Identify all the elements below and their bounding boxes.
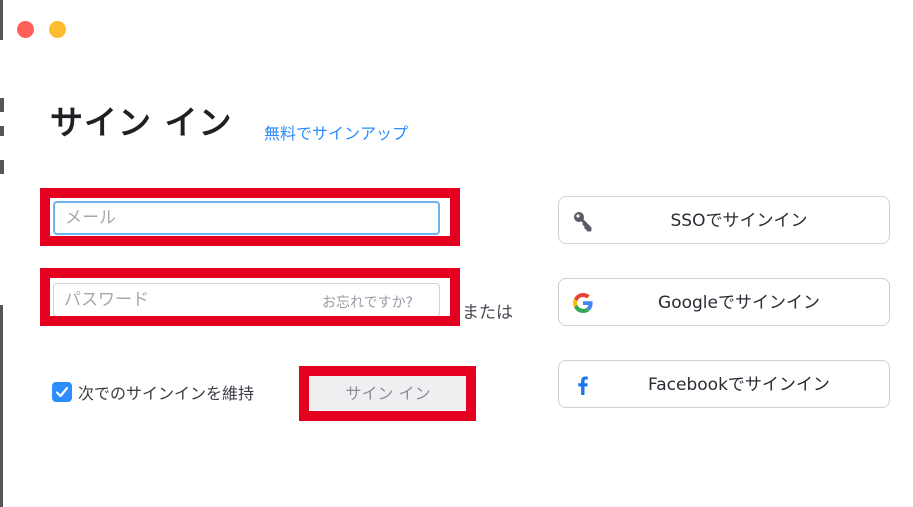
email-input[interactable] xyxy=(55,203,438,233)
sso-signin-button[interactable]: SSOでサインイン xyxy=(558,196,890,244)
email-field-container xyxy=(53,201,440,235)
or-divider-text: または xyxy=(462,303,513,323)
close-window-button[interactable] xyxy=(17,21,34,38)
google-signin-label: Googleでサインイン xyxy=(658,293,820,313)
remember-me-label: 次でのサインインを維持 xyxy=(78,384,255,403)
key-icon xyxy=(574,212,592,232)
remember-me: 次でのサインインを維持 xyxy=(52,380,254,404)
page-title: サイン イン xyxy=(50,103,233,142)
password-field-container: お忘れですか? xyxy=(53,283,440,317)
signup-link[interactable]: 無料でサインアップ xyxy=(264,120,408,144)
remember-me-checkbox[interactable] xyxy=(52,382,72,402)
minimize-window-button[interactable] xyxy=(49,21,66,38)
facebook-icon xyxy=(578,376,588,395)
background-window-edge xyxy=(0,0,4,507)
checkmark-icon xyxy=(55,386,69,398)
forgot-password-link[interactable]: お忘れですか? xyxy=(322,292,413,312)
signin-button[interactable]: サイン イン xyxy=(309,374,467,410)
facebook-signin-label: Facebookでサインイン xyxy=(648,375,830,395)
google-icon xyxy=(573,293,593,313)
google-signin-button[interactable]: Googleでサインイン xyxy=(558,278,890,326)
facebook-signin-button[interactable]: Facebookでサインイン xyxy=(558,360,890,408)
sso-signin-label: SSOでサインイン xyxy=(670,211,808,231)
